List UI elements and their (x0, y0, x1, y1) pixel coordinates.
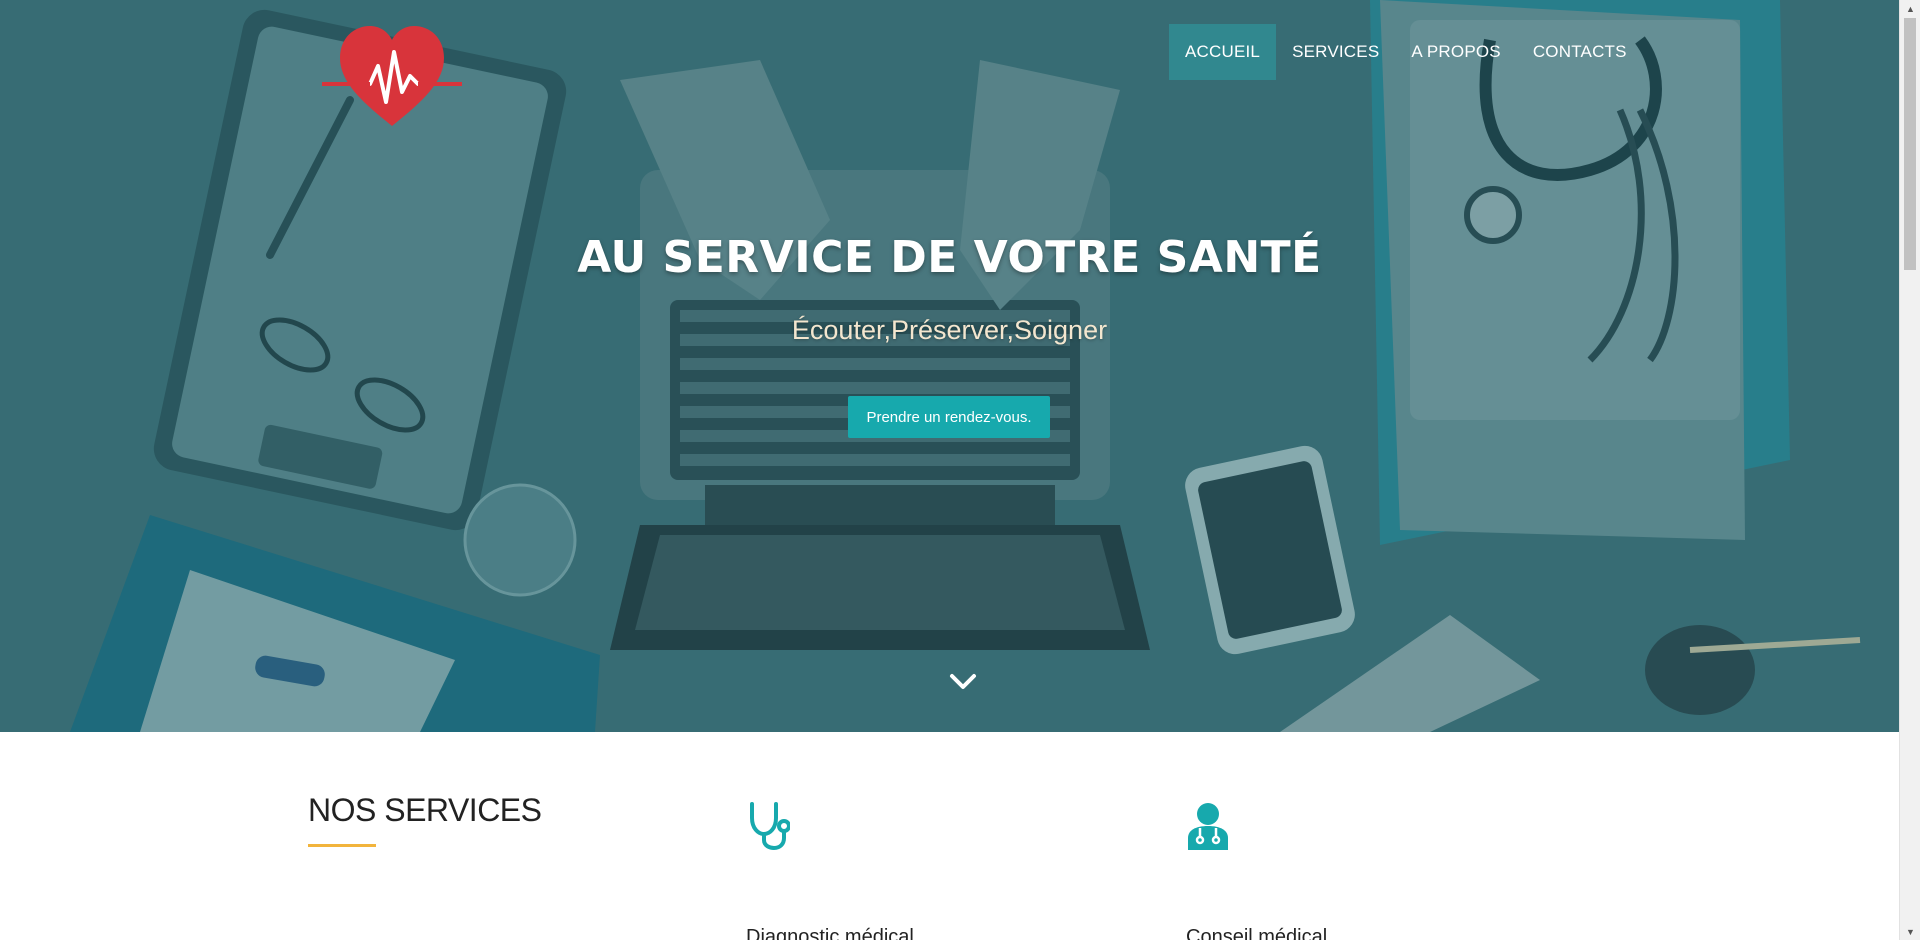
page: ACCUEIL SERVICES A PROPOS CONTACTS AU SE… (0, 0, 1920, 940)
hero-subtitle: Écouter,Préserver,Soigner (791, 315, 1108, 345)
nav-item-accueil[interactable]: ACCUEIL (1169, 24, 1277, 80)
appointment-button[interactable]: Prendre un rendez-vous. (848, 396, 1050, 438)
scroll-up-arrow-icon[interactable]: ▲ (1900, 0, 1920, 17)
nav-item-contacts[interactable]: CONTACTS (1517, 24, 1643, 80)
title-underline (308, 844, 376, 847)
doctor-icon (1188, 803, 1228, 850)
heart-pulse-logo-icon[interactable] (322, 22, 462, 130)
main-nav: ACCUEIL SERVICES A PROPOS CONTACTS (1169, 24, 1643, 80)
service-name: Conseil médical (1186, 926, 1328, 940)
hero-title: AU SERVICE DE VOTRE SANTÉ (577, 232, 1322, 283)
service-item[interactable]: Conseil médical (1186, 802, 1327, 940)
nav-item-a-propos[interactable]: A PROPOS (1395, 24, 1516, 80)
service-item[interactable]: Diagnostic médical (746, 802, 914, 940)
scrollbar-thumb[interactable] (1904, 18, 1916, 270)
nav-item-services[interactable]: SERVICES (1276, 24, 1395, 80)
stethoscope-icon (750, 802, 791, 851)
services-title: NOS SERVICES (308, 792, 542, 828)
service-name: Diagnostic médical (746, 926, 914, 940)
hero-overlay (0, 0, 1899, 732)
scroll-down-arrow-icon[interactable]: ▼ (1900, 923, 1920, 940)
vertical-scrollbar[interactable]: ▲ ▼ (1899, 0, 1920, 940)
services-section: NOS SERVICES Diagnostic médical Conseil … (0, 732, 1899, 940)
chevron-down-icon[interactable] (948, 670, 978, 694)
hero-section: ACCUEIL SERVICES A PROPOS CONTACTS AU SE… (0, 0, 1899, 732)
